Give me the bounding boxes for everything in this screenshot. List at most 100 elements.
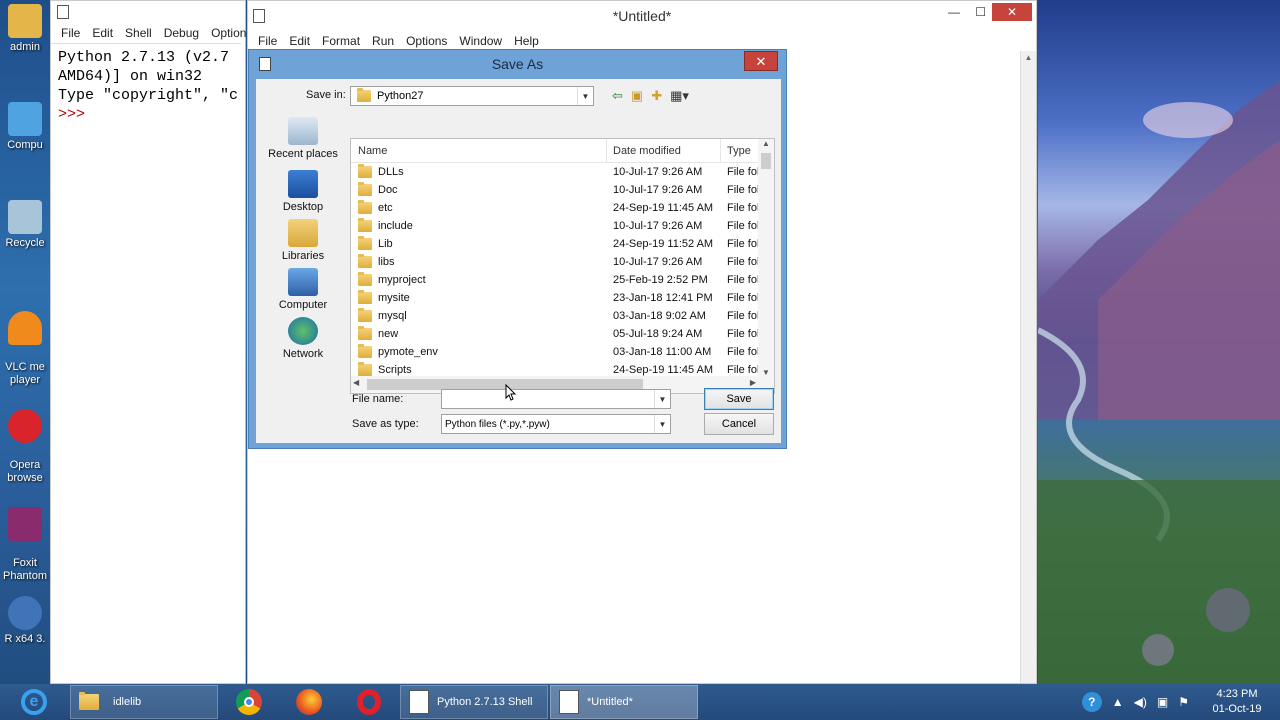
python-shell-window[interactable]: File Edit Shell Debug Option Python 2.7.…: [50, 0, 246, 684]
place-network[interactable]: Network: [264, 317, 342, 360]
column-header-type[interactable]: Type: [721, 139, 761, 163]
file-row[interactable]: DLLs 10-Jul-17 9:26 AM File fol: [351, 163, 774, 181]
file-row[interactable]: mysite 23-Jan-18 12:41 PM File fol: [351, 289, 774, 307]
scroll-right-arrow-icon[interactable]: ▶: [750, 378, 756, 387]
scroll-up-arrow-icon[interactable]: ▲: [758, 139, 774, 148]
file-row[interactable]: etc 24-Sep-19 11:45 AM File fol: [351, 199, 774, 217]
file-name-cell: myproject: [351, 272, 607, 286]
file-date-cell: 24-Sep-19 11:45 AM: [613, 202, 714, 214]
editor-menu-options[interactable]: Options: [400, 34, 453, 48]
editor-titlebar[interactable]: *Untitled* — ☐ ✕: [248, 1, 1036, 31]
folder-icon: [357, 88, 371, 102]
shell-menu-options[interactable]: Option: [205, 26, 252, 40]
view-menu-icon[interactable]: ▦▾: [670, 88, 689, 104]
desktop-icon: [288, 170, 318, 198]
python-file-icon: [259, 57, 271, 71]
folder-icon: [358, 254, 372, 268]
volume-icon[interactable]: ◀): [1134, 695, 1147, 709]
file-type-cell: File fol: [727, 328, 760, 340]
column-header-date[interactable]: Date modified: [607, 139, 721, 163]
desktop-icon-recycle-bin[interactable]: Recycle: [0, 200, 50, 250]
maximize-button[interactable]: ☐: [975, 5, 986, 19]
place-libraries[interactable]: Libraries: [264, 219, 342, 262]
file-row[interactable]: mysql 03-Jan-18 9:02 AM File fol: [351, 307, 774, 325]
dialog-titlebar[interactable]: Save As ✕: [249, 50, 786, 79]
file-name-text: libs: [378, 256, 395, 268]
opera-taskbar-button[interactable]: [340, 685, 398, 719]
shell-menu-debug[interactable]: Debug: [158, 26, 205, 40]
file-row[interactable]: Doc 10-Jul-17 9:26 AM File fol: [351, 181, 774, 199]
minimize-button[interactable]: —: [948, 5, 960, 19]
file-row[interactable]: libs 10-Jul-17 9:26 AM File fol: [351, 253, 774, 271]
save-in-dropdown[interactable]: Python27 ▼: [350, 86, 594, 106]
scroll-left-arrow-icon[interactable]: ◀: [353, 378, 359, 387]
file-row[interactable]: pymote_env 03-Jan-18 11:00 AM File fol: [351, 343, 774, 361]
chevron-down-icon[interactable]: ▼: [577, 87, 593, 105]
desktop-wallpaper: [1038, 0, 1280, 684]
editor-menu-help[interactable]: Help: [508, 34, 545, 48]
editor-menu-run[interactable]: Run: [366, 34, 400, 48]
shell-menu-edit[interactable]: Edit: [86, 26, 119, 40]
folder-icon: [358, 290, 372, 304]
place-desktop[interactable]: Desktop: [264, 170, 342, 213]
taskbar-app-untitled[interactable]: *Untitled*: [550, 685, 698, 719]
column-header-name[interactable]: Name: [351, 139, 607, 163]
firefox-taskbar-button[interactable]: [280, 685, 338, 719]
new-folder-icon[interactable]: ✚: [651, 88, 662, 104]
shell-titlebar[interactable]: [51, 1, 245, 23]
chevron-down-icon[interactable]: ▼: [654, 415, 670, 433]
file-name-input[interactable]: ▼: [441, 389, 671, 409]
file-row[interactable]: myproject 25-Feb-19 2:52 PM File fol: [351, 271, 774, 289]
network-icon[interactable]: ▣: [1157, 695, 1168, 709]
ie-taskbar-button[interactable]: e: [0, 685, 68, 719]
file-type-cell: File fol: [727, 220, 760, 232]
desktop-icon-computer[interactable]: Compu: [0, 102, 50, 152]
file-name-cell: mysite: [351, 290, 607, 304]
help-icon[interactable]: ?: [1081, 692, 1102, 712]
taskbar-app-idlelib[interactable]: idlelib: [70, 685, 218, 719]
back-arrow-icon[interactable]: ⇦: [612, 88, 623, 104]
file-row[interactable]: Lib 24-Sep-19 11:52 AM File fol: [351, 235, 774, 253]
shell-menu-shell[interactable]: Shell: [119, 26, 158, 40]
save-as-type-dropdown[interactable]: Python files (*.py,*.pyw) ▼: [441, 414, 671, 434]
up-folder-icon[interactable]: ▣: [631, 88, 643, 104]
editor-vertical-scrollbar[interactable]: ▲: [1020, 51, 1036, 683]
file-name-text: pymote_env: [378, 346, 438, 358]
file-list[interactable]: Name Date modified Type DLLs 10-Jul-17 9:…: [350, 138, 775, 394]
editor-menu-format[interactable]: Format: [316, 34, 366, 48]
desktop-icon-vlc[interactable]: VLC me player: [0, 298, 50, 387]
folder-icon: [8, 4, 42, 38]
editor-menu-edit[interactable]: Edit: [283, 34, 316, 48]
clock[interactable]: 4:23 PM 01-Oct-19: [1202, 687, 1272, 717]
desktop-icon-admin[interactable]: admin: [0, 4, 50, 54]
desktop-icon-opera[interactable]: Opera browse: [0, 396, 50, 485]
save-as-dialog[interactable]: Save As ✕ Save in: Python27 ▼ ⇦ ▣ ✚ ▦▾ R…: [248, 49, 787, 449]
file-name-cell: etc: [351, 200, 607, 214]
file-row[interactable]: new 05-Jul-18 9:24 AM File fol: [351, 325, 774, 343]
show-hidden-icons-icon[interactable]: ▲: [1112, 695, 1124, 709]
taskbar-app-python-shell[interactable]: Python 2.7.13 Shell: [400, 685, 548, 719]
action-center-flag-icon[interactable]: ⚑: [1178, 695, 1189, 709]
desktop-icon-r[interactable]: R x64 3.: [0, 596, 50, 646]
chrome-taskbar-button[interactable]: [220, 685, 278, 719]
dialog-close-button[interactable]: ✕: [744, 51, 778, 71]
place-computer[interactable]: Computer: [264, 268, 342, 311]
close-button[interactable]: ✕: [992, 3, 1032, 21]
desktop-icon-foxit[interactable]: Foxit Phantom: [0, 494, 50, 583]
shell-menu-file[interactable]: File: [55, 26, 86, 40]
save-button[interactable]: Save: [704, 388, 774, 410]
shell-output-line: Type "copyright", "c: [58, 87, 239, 104]
save-in-label: Save in:: [306, 89, 346, 101]
file-list-vertical-scrollbar[interactable]: ▲ ▼: [758, 139, 774, 377]
scroll-up-arrow-icon[interactable]: ▲: [1021, 53, 1036, 62]
network-globe-icon: [288, 317, 318, 345]
editor-menu-file[interactable]: File: [252, 34, 283, 48]
cancel-button[interactable]: Cancel: [704, 413, 774, 435]
file-row[interactable]: include 10-Jul-17 9:26 AM File fol: [351, 217, 774, 235]
chevron-down-icon[interactable]: ▼: [654, 390, 670, 408]
scroll-thumb[interactable]: [761, 153, 771, 169]
place-recent-places[interactable]: Recent places: [264, 117, 342, 160]
editor-menu-window[interactable]: Window: [453, 34, 508, 48]
shell-text-area[interactable]: Python 2.7.13 (v2.7 AMD64)] on win32 Typ…: [51, 43, 241, 124]
desktop-icon-label: VLC me player: [5, 361, 45, 386]
